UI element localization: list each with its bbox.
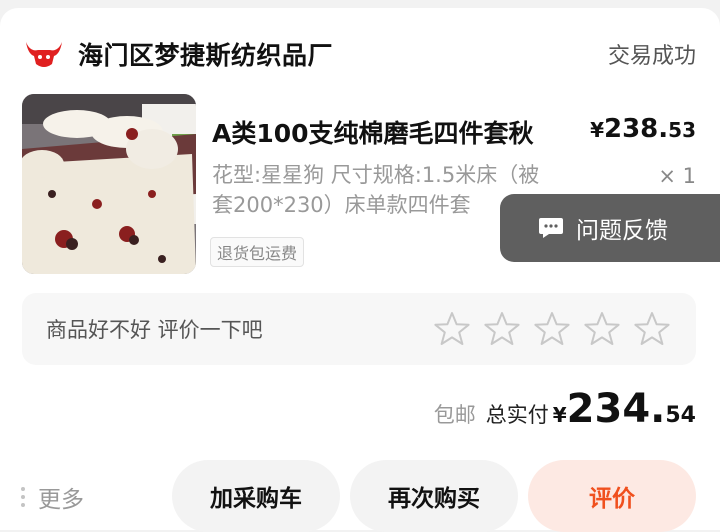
review-button[interactable]: 评价 <box>528 460 696 532</box>
price-decimal: 53 <box>668 118 696 142</box>
order-card: 海门区梦捷斯纺织品厂 交易成功 A类100支纯棉磨毛四件套秋 ¥238.53 花… <box>0 8 720 532</box>
more-label: 更多 <box>38 487 84 513</box>
star-rating[interactable] <box>434 311 670 347</box>
total-decimal: 54 <box>665 403 696 428</box>
shop-header[interactable]: 海门区梦捷斯纺织品厂 交易成功 <box>24 34 696 74</box>
more-button[interactable]: 更多 <box>20 480 84 514</box>
price-symbol: ¥ <box>590 118 604 142</box>
shipping-label: 包邮 <box>433 403 476 427</box>
total-symbol: ¥ <box>552 403 567 427</box>
total-integer: 234. <box>566 386 666 432</box>
buy-again-button[interactable]: 再次购买 <box>350 460 518 532</box>
star-outline-icon[interactable] <box>634 311 670 347</box>
total-label: 总实付 <box>485 403 549 427</box>
star-outline-icon[interactable] <box>534 311 570 347</box>
star-outline-icon[interactable] <box>434 311 470 347</box>
star-outline-icon[interactable] <box>584 311 620 347</box>
feedback-label: 问题反馈 <box>576 218 668 244</box>
price-integer: 238. <box>604 114 669 144</box>
review-prompt-box[interactable]: 商品好不好 评价一下吧 <box>22 293 696 365</box>
product-image[interactable] <box>22 94 196 274</box>
chat-bubble-icon <box>539 218 563 238</box>
service-tag: 退货包运费 <box>210 237 305 267</box>
add-to-cart-button[interactable]: 加采购车 <box>172 460 340 532</box>
more-dots-icon <box>21 487 25 507</box>
shop-name[interactable]: 海门区梦捷斯纺织品厂 <box>78 36 333 72</box>
product-price: ¥238.53 <box>590 114 696 144</box>
star-outline-icon[interactable] <box>484 311 520 347</box>
order-total: 包邮 总实付 ¥234. 54 <box>434 386 696 436</box>
feedback-button[interactable]: 问题反馈 <box>500 194 720 262</box>
product-quantity: × 1 <box>658 164 696 188</box>
review-prompt: 商品好不好 评价一下吧 <box>46 318 263 342</box>
bull-head-icon <box>24 37 64 71</box>
product-title[interactable]: A类100支纯棉磨毛四件套秋 <box>212 114 534 150</box>
order-status: 交易成功 <box>607 44 696 69</box>
